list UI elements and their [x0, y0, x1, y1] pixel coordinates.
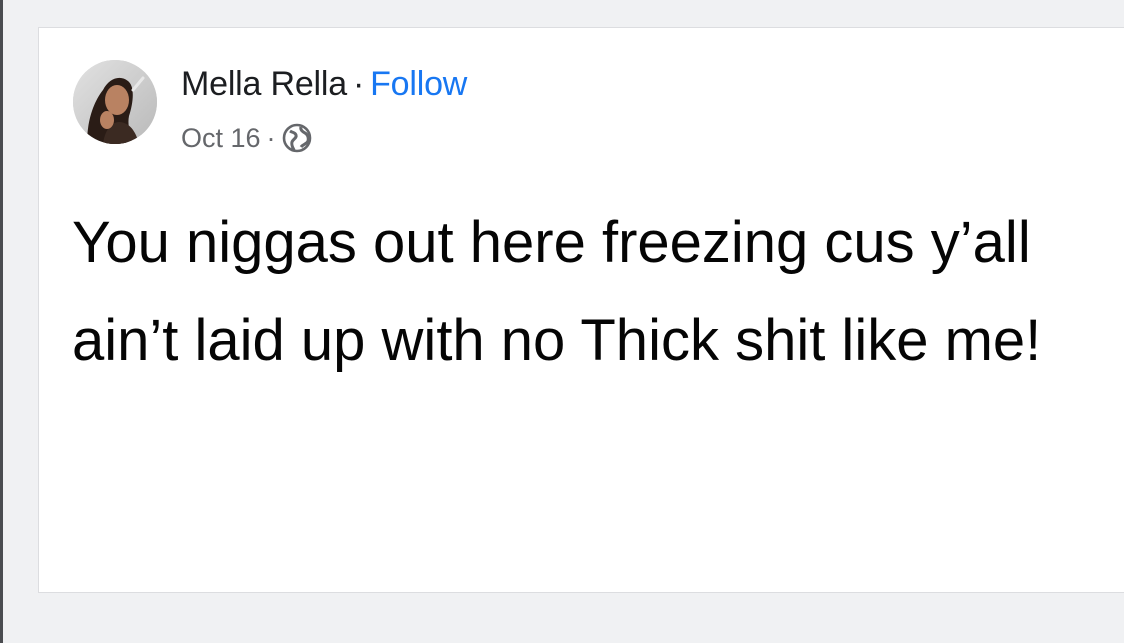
window-left-edge [0, 0, 3, 643]
post-card: Mella Rella · Follow Oct 16 · You niggas o… [38, 27, 1124, 593]
author-name[interactable]: Mella Rella [181, 65, 347, 103]
header-separator: · [352, 65, 365, 103]
post-body: You niggas out here freezing cus y’all a… [72, 210, 1042, 373]
follow-link[interactable]: Follow [370, 65, 467, 103]
globe-icon [282, 123, 312, 153]
post-meta: Oct 16 · [181, 120, 312, 156]
avatar-photo [73, 60, 157, 144]
author-avatar[interactable] [73, 60, 157, 144]
post-header: Mella Rella · Follow [181, 64, 467, 104]
post-date[interactable]: Oct 16 [181, 123, 261, 154]
meta-separator: · [266, 122, 276, 153]
